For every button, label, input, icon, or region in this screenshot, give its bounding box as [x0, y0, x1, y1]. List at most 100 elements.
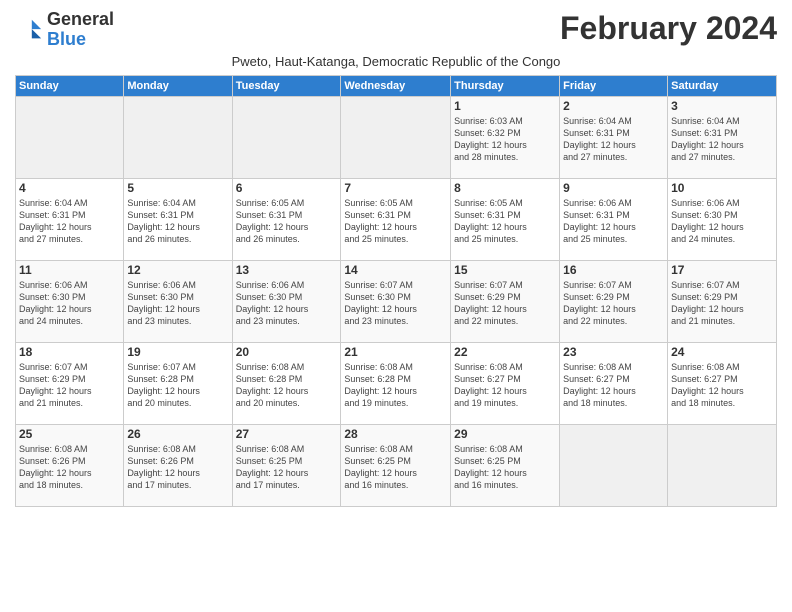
day-number: 14: [344, 263, 447, 277]
calendar-cell: 11 Sunrise: 6:06 AM Sunset: 6:30 PM Dayli…: [16, 260, 124, 342]
day-number: 26: [127, 427, 228, 441]
calendar-cell: [560, 424, 668, 506]
day-info: Sunrise: 6:05 AM Sunset: 6:31 PM Dayligh…: [344, 197, 447, 246]
day-number: 3: [671, 99, 773, 113]
calendar-day-header: Monday: [124, 75, 232, 96]
day-info: Sunrise: 6:06 AM Sunset: 6:31 PM Dayligh…: [563, 197, 664, 246]
day-number: 9: [563, 181, 664, 195]
calendar-day-header: Friday: [560, 75, 668, 96]
day-number: 24: [671, 345, 773, 359]
calendar-cell: 1 Sunrise: 6:03 AM Sunset: 6:32 PM Daylig…: [451, 96, 560, 178]
day-info: Sunrise: 6:07 AM Sunset: 6:30 PM Dayligh…: [344, 279, 447, 328]
day-number: 8: [454, 181, 556, 195]
day-info: Sunrise: 6:08 AM Sunset: 6:28 PM Dayligh…: [236, 361, 338, 410]
day-number: 21: [344, 345, 447, 359]
calendar-cell: 5Sunrise: 6:04 AM Sunset: 6:31 PM Daylig…: [124, 178, 232, 260]
calendar-cell: 22Sunrise: 6:08 AM Sunset: 6:27 PM Dayli…: [451, 342, 560, 424]
subtitle: Pweto, Haut-Katanga, Democratic Republic…: [15, 54, 777, 69]
day-info: Sunrise: 6:07 AM Sunset: 6:29 PM Dayligh…: [454, 279, 556, 328]
day-number: 10: [671, 181, 773, 195]
day-info: Sunrise: 6:03 AM Sunset: 6:32 PM Dayligh…: [454, 115, 556, 164]
day-info: Sunrise: 6:05 AM Sunset: 6:31 PM Dayligh…: [454, 197, 556, 246]
day-info: Sunrise: 6:07 AM Sunset: 6:28 PM Dayligh…: [127, 361, 228, 410]
day-info: Sunrise: 6:04 AM Sunset: 6:31 PM Dayligh…: [671, 115, 773, 164]
day-number: 29: [454, 427, 556, 441]
calendar-cell: 24Sunrise: 6:08 AM Sunset: 6:27 PM Dayli…: [668, 342, 777, 424]
calendar-week-row: 11 Sunrise: 6:06 AM Sunset: 6:30 PM Dayli…: [16, 260, 777, 342]
day-number: 16: [563, 263, 664, 277]
calendar-cell: [124, 96, 232, 178]
calendar-cell: 6Sunrise: 6:05 AM Sunset: 6:31 PM Daylig…: [232, 178, 341, 260]
day-number: 1: [454, 99, 556, 113]
day-info: Sunrise: 6:06 AM Sunset: 6:30 PM Dayligh…: [127, 279, 228, 328]
calendar-week-row: 1 Sunrise: 6:03 AM Sunset: 6:32 PM Daylig…: [16, 96, 777, 178]
calendar-cell: 7 Sunrise: 6:05 AM Sunset: 6:31 PM Daylig…: [341, 178, 451, 260]
logo-icon: [15, 16, 43, 44]
calendar-cell: 8 Sunrise: 6:05 AM Sunset: 6:31 PM Daylig…: [451, 178, 560, 260]
calendar-day-header: Saturday: [668, 75, 777, 96]
day-number: 6: [236, 181, 338, 195]
calendar-week-row: 25 Sunrise: 6:08 AM Sunset: 6:26 PM Dayli…: [16, 424, 777, 506]
logo-blue: Blue: [47, 30, 114, 50]
calendar-day-header: Tuesday: [232, 75, 341, 96]
calendar-cell: 3 Sunrise: 6:04 AM Sunset: 6:31 PM Daylig…: [668, 96, 777, 178]
day-number: 17: [671, 263, 773, 277]
day-number: 13: [236, 263, 338, 277]
calendar-cell: 13 Sunrise: 6:06 AM Sunset: 6:30 PM Dayli…: [232, 260, 341, 342]
calendar-cell: [16, 96, 124, 178]
calendar-header-row: SundayMondayTuesdayWednesdayThursdayFrid…: [16, 75, 777, 96]
calendar-day-header: Thursday: [451, 75, 560, 96]
day-info: Sunrise: 6:08 AM Sunset: 6:28 PM Dayligh…: [344, 361, 447, 410]
day-number: 28: [344, 427, 447, 441]
calendar-cell: 2Sunrise: 6:04 AM Sunset: 6:31 PM Daylig…: [560, 96, 668, 178]
calendar-week-row: 18 Sunrise: 6:07 AM Sunset: 6:29 PM Dayli…: [16, 342, 777, 424]
day-number: 20: [236, 345, 338, 359]
calendar-cell: [232, 96, 341, 178]
day-info: Sunrise: 6:07 AM Sunset: 6:29 PM Dayligh…: [19, 361, 120, 410]
day-info: Sunrise: 6:06 AM Sunset: 6:30 PM Dayligh…: [19, 279, 120, 328]
day-info: Sunrise: 6:08 AM Sunset: 6:25 PM Dayligh…: [344, 443, 447, 492]
day-number: 11: [19, 263, 120, 277]
day-info: Sunrise: 6:08 AM Sunset: 6:26 PM Dayligh…: [127, 443, 228, 492]
day-number: 4: [19, 181, 120, 195]
calendar-cell: 18 Sunrise: 6:07 AM Sunset: 6:29 PM Dayli…: [16, 342, 124, 424]
calendar-cell: 29 Sunrise: 6:08 AM Sunset: 6:25 PM Dayli…: [451, 424, 560, 506]
calendar-cell: 16Sunrise: 6:07 AM Sunset: 6:29 PM Dayli…: [560, 260, 668, 342]
day-number: 15: [454, 263, 556, 277]
day-info: Sunrise: 6:04 AM Sunset: 6:31 PM Dayligh…: [19, 197, 120, 246]
logo-general: General: [47, 10, 114, 30]
calendar-cell: 4 Sunrise: 6:04 AM Sunset: 6:31 PM Daylig…: [16, 178, 124, 260]
calendar-cell: 10 Sunrise: 6:06 AM Sunset: 6:30 PM Dayli…: [668, 178, 777, 260]
day-info: Sunrise: 6:08 AM Sunset: 6:25 PM Dayligh…: [236, 443, 338, 492]
day-number: 18: [19, 345, 120, 359]
day-info: Sunrise: 6:04 AM Sunset: 6:31 PM Dayligh…: [127, 197, 228, 246]
calendar-table: SundayMondayTuesdayWednesdayThursdayFrid…: [15, 75, 777, 507]
day-number: 27: [236, 427, 338, 441]
calendar-week-row: 4 Sunrise: 6:04 AM Sunset: 6:31 PM Daylig…: [16, 178, 777, 260]
calendar-cell: 17 Sunrise: 6:07 AM Sunset: 6:29 PM Dayli…: [668, 260, 777, 342]
page: General Blue February 2024 Pweto, Haut-K…: [0, 0, 792, 612]
calendar-cell: 27 Sunrise: 6:08 AM Sunset: 6:25 PM Dayli…: [232, 424, 341, 506]
calendar-cell: 21 Sunrise: 6:08 AM Sunset: 6:28 PM Dayli…: [341, 342, 451, 424]
day-number: 19: [127, 345, 228, 359]
day-info: Sunrise: 6:06 AM Sunset: 6:30 PM Dayligh…: [236, 279, 338, 328]
calendar-cell: 20 Sunrise: 6:08 AM Sunset: 6:28 PM Dayli…: [232, 342, 341, 424]
day-info: Sunrise: 6:07 AM Sunset: 6:29 PM Dayligh…: [671, 279, 773, 328]
day-number: 22: [454, 345, 556, 359]
calendar-cell: 14 Sunrise: 6:07 AM Sunset: 6:30 PM Dayli…: [341, 260, 451, 342]
calendar-cell: 9 Sunrise: 6:06 AM Sunset: 6:31 PM Daylig…: [560, 178, 668, 260]
day-number: 7: [344, 181, 447, 195]
day-info: Sunrise: 6:08 AM Sunset: 6:25 PM Dayligh…: [454, 443, 556, 492]
day-number: 23: [563, 345, 664, 359]
calendar-cell: 23Sunrise: 6:08 AM Sunset: 6:27 PM Dayli…: [560, 342, 668, 424]
day-info: Sunrise: 6:06 AM Sunset: 6:30 PM Dayligh…: [671, 197, 773, 246]
calendar-cell: [668, 424, 777, 506]
logo: General Blue: [15, 10, 114, 50]
calendar-cell: 12Sunrise: 6:06 AM Sunset: 6:30 PM Dayli…: [124, 260, 232, 342]
logo-text: General Blue: [47, 10, 114, 50]
calendar-day-header: Wednesday: [341, 75, 451, 96]
day-number: 2: [563, 99, 664, 113]
month-title: February 2024: [560, 10, 777, 47]
day-number: 25: [19, 427, 120, 441]
calendar-cell: 25Sunrise: 6:08 AM Sunset: 6:26 PM Dayli…: [16, 424, 124, 506]
